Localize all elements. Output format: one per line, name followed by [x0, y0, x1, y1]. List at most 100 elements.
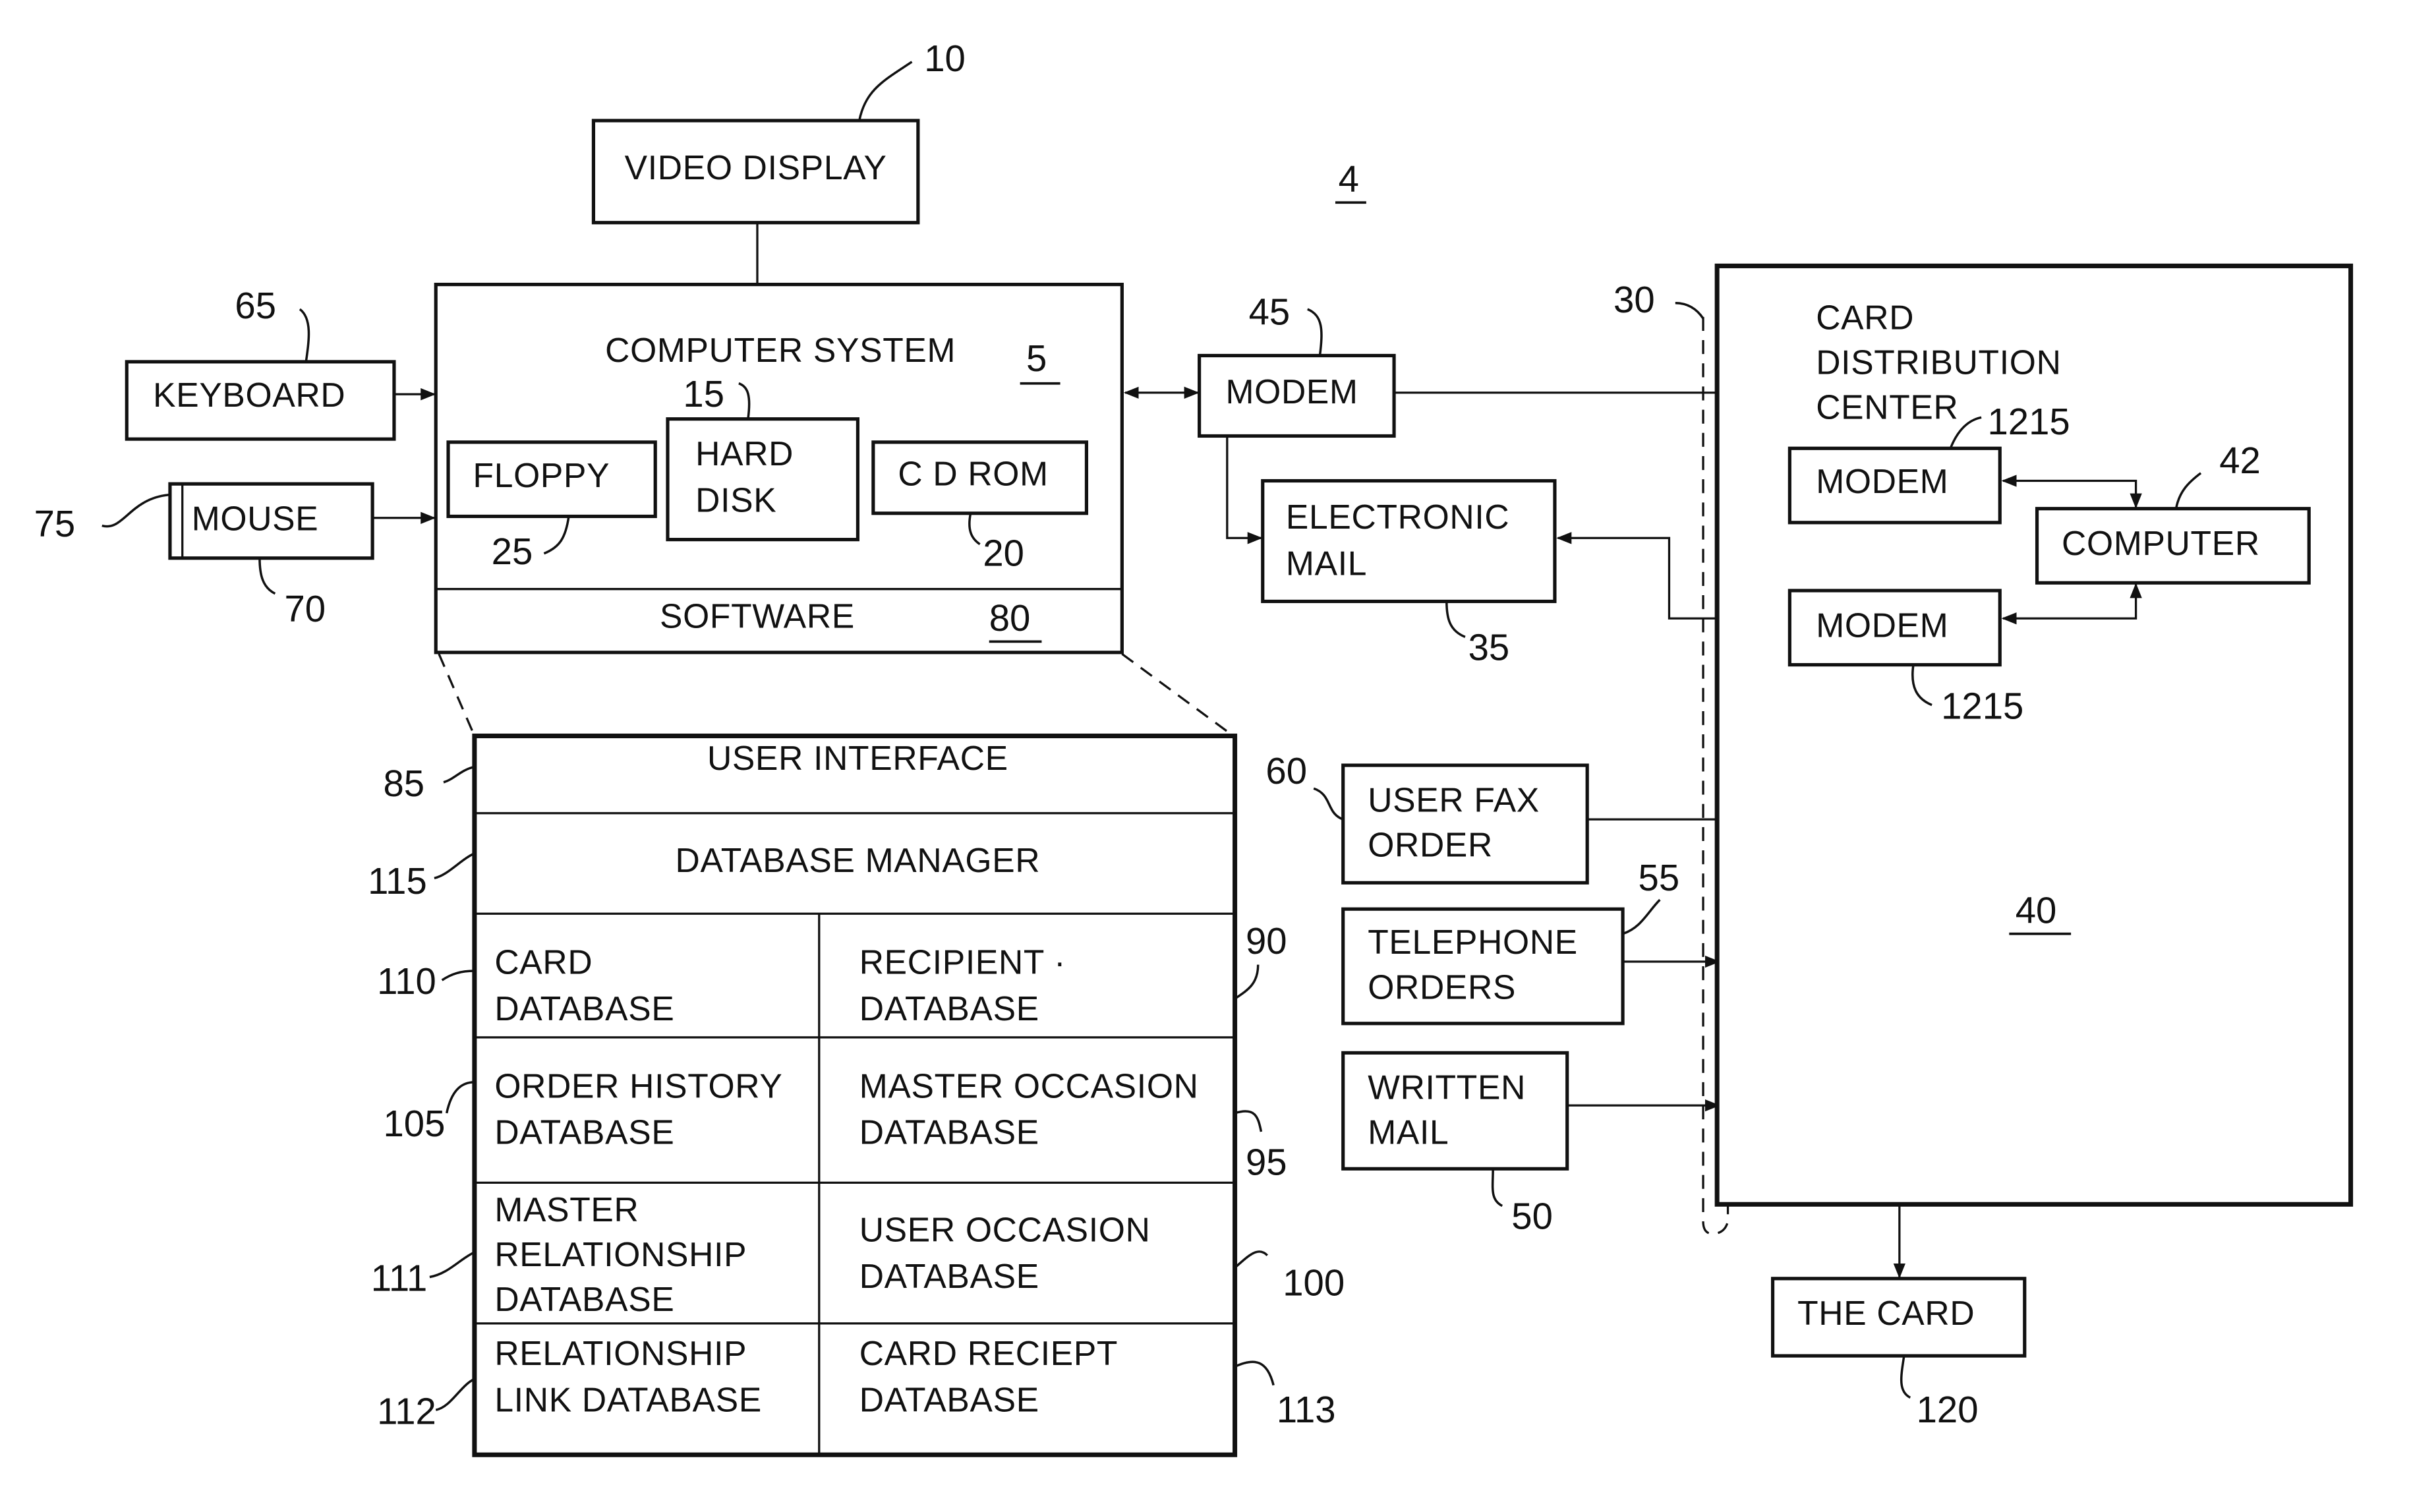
leader-keyboard [299, 308, 310, 363]
leader-mouse-button [102, 493, 171, 528]
connector-modem-email [1226, 436, 1263, 544]
mouse-box: MOUSE [168, 482, 374, 560]
svg-text:MAIL: MAIL [1286, 544, 1367, 583]
ref-the-card: 120 [1917, 1389, 1979, 1430]
svg-text:TELEPHONE: TELEPHONE [1368, 923, 1578, 961]
svg-text:ORDER: ORDER [1368, 825, 1493, 863]
ref-keyboard: 65 [235, 285, 276, 326]
svg-text:COMPUTER: COMPUTER [2062, 524, 2260, 562]
patent-diagram: 4 VIDEO DISPLAY 10 COMPUTER SYSTEM 5 FLO… [34, 38, 2354, 1457]
leader-electronic-mail [1445, 601, 1466, 639]
svg-text:DATABASE: DATABASE [859, 1113, 1039, 1151]
ref-user-modem: 45 [1249, 291, 1291, 333]
svg-text:MAIL: MAIL [1368, 1113, 1449, 1151]
leader-mouse [258, 558, 276, 595]
svg-text:ORDERS: ORDERS [1368, 968, 1516, 1006]
cdc-modem-bottom-box: MODEM [1787, 589, 2002, 667]
leader-user-occasion-database [1234, 1250, 1269, 1269]
leader-video-display [858, 61, 913, 121]
svg-text:MODEM: MODEM [1816, 462, 1948, 500]
svg-text:WRITTEN: WRITTEN [1368, 1068, 1526, 1107]
ref-user-interface: 85 [384, 763, 425, 804]
leader-recipient-database [1234, 964, 1260, 1000]
ref-mouse: 70 [284, 588, 326, 629]
ref-user-occasion-database: 100 [1283, 1262, 1345, 1304]
ref-electronic-mail: 35 [1468, 627, 1510, 668]
ref-mouse-button: 75 [34, 503, 76, 544]
leader-order-history-database [445, 1081, 475, 1114]
user-interface-label: USER INTERFACE [707, 739, 1008, 777]
cdc-computer-box: COMPUTER [2035, 507, 2311, 585]
svg-text:LINK DATABASE: LINK DATABASE [494, 1381, 762, 1419]
leader-the-card [1900, 1355, 1911, 1399]
database-manager-label: DATABASE MANAGER [676, 841, 1041, 879]
svg-text:ELECTRONIC: ELECTRONIC [1286, 498, 1509, 536]
svg-text:RELATIONSHIP: RELATIONSHIP [494, 1235, 747, 1273]
ref-card-database: 110 [377, 960, 436, 1002]
ref-cd-rom: 20 [983, 532, 1024, 573]
svg-text:DATABASE: DATABASE [494, 989, 674, 1028]
svg-text:CARD: CARD [494, 943, 593, 981]
svg-text:DISTRIBUTION: DISTRIBUTION [1816, 343, 2061, 382]
leader-card-database [441, 970, 475, 981]
leader-network [1675, 301, 1704, 320]
video-display-box: VIDEO DISPLAY [591, 119, 920, 225]
svg-text:RELATIONSHIP: RELATIONSHIP [494, 1334, 747, 1372]
ref-database-manager: 115 [368, 860, 427, 902]
leader-database-manager [434, 852, 475, 880]
the-card-box: THE CARD [1770, 1277, 2027, 1358]
svg-text:THE CARD: THE CARD [1797, 1294, 1975, 1332]
telephone-orders-box: TELEPHONE ORDERS [1341, 907, 1625, 1026]
ref-software: 80 [989, 597, 1031, 639]
svg-text:MASTER: MASTER [494, 1190, 639, 1229]
expansion-line-left [438, 653, 476, 737]
svg-text:DATABASE: DATABASE [494, 1113, 674, 1151]
svg-text:MODEM: MODEM [1816, 606, 1948, 644]
ref-user-fax-order: 60 [1265, 750, 1307, 792]
leader-user-modem [1307, 308, 1323, 356]
hard-disk-box: HARD DISK [666, 417, 859, 542]
cd-rom-box: C D ROM [871, 440, 1089, 515]
svg-text:MODEM: MODEM [1225, 372, 1358, 411]
ref-order-history-database: 105 [384, 1103, 446, 1144]
written-mail-box: WRITTEN MAIL [1341, 1051, 1569, 1171]
svg-text:FLOPPY: FLOPPY [473, 456, 610, 494]
ref-relationship-link-database: 112 [377, 1390, 436, 1432]
svg-text:KEYBOARD: KEYBOARD [153, 376, 345, 414]
svg-text:DISK: DISK [695, 480, 776, 519]
svg-text:MASTER OCCASION: MASTER OCCASION [859, 1066, 1199, 1105]
svg-text:DATABASE: DATABASE [859, 989, 1039, 1028]
ref-master-occasion-database: 95 [1246, 1142, 1287, 1183]
software-label: SOFTWARE [660, 596, 855, 635]
svg-text:HARD: HARD [695, 434, 794, 473]
svg-text:CENTER: CENTER [1816, 388, 1958, 426]
ref-master-relationship-database: 111 [371, 1258, 428, 1299]
svg-text:CARD RECIEPT: CARD RECIEPT [859, 1334, 1118, 1372]
svg-text:MOUSE: MOUSE [192, 500, 319, 538]
user-modem-box: MODEM [1198, 353, 1396, 438]
svg-text:C D ROM: C D ROM [898, 455, 1048, 493]
ref-written-mail: 50 [1511, 1196, 1553, 1237]
svg-text:4: 4 [1339, 158, 1359, 200]
floppy-box: FLOPPY [446, 440, 657, 519]
svg-text:DATABASE: DATABASE [859, 1381, 1039, 1419]
svg-text:CARD: CARD [1816, 299, 1914, 337]
ref-computer-system: 5 [1026, 337, 1047, 379]
leader-master-occasion-database [1235, 1110, 1263, 1132]
ref-video-display: 10 [924, 38, 966, 79]
user-fax-order-box: USER FAX ORDER [1341, 763, 1589, 885]
leader-written-mail [1491, 1169, 1503, 1207]
cdc-modem-top-box: MODEM [1787, 446, 2002, 525]
svg-text:USER OCCASION: USER OCCASION [859, 1211, 1151, 1249]
electronic-mail-box: ELECTRONIC MAIL [1261, 479, 1557, 604]
ref-floppy: 25 [492, 531, 533, 572]
expansion-line-right [1121, 653, 1235, 737]
ref-hard-disk: 15 [683, 373, 724, 415]
leader-user-fax-order [1313, 787, 1344, 821]
leader-user-interface [443, 765, 475, 784]
ref-card-distribution-center: 40 [2016, 889, 2057, 931]
ref-network: 30 [1613, 279, 1655, 320]
svg-text:ORDER HISTORY: ORDER HISTORY [494, 1066, 782, 1105]
leader-relationship-link-database [435, 1378, 475, 1411]
leader-master-relationship-database [429, 1251, 475, 1279]
